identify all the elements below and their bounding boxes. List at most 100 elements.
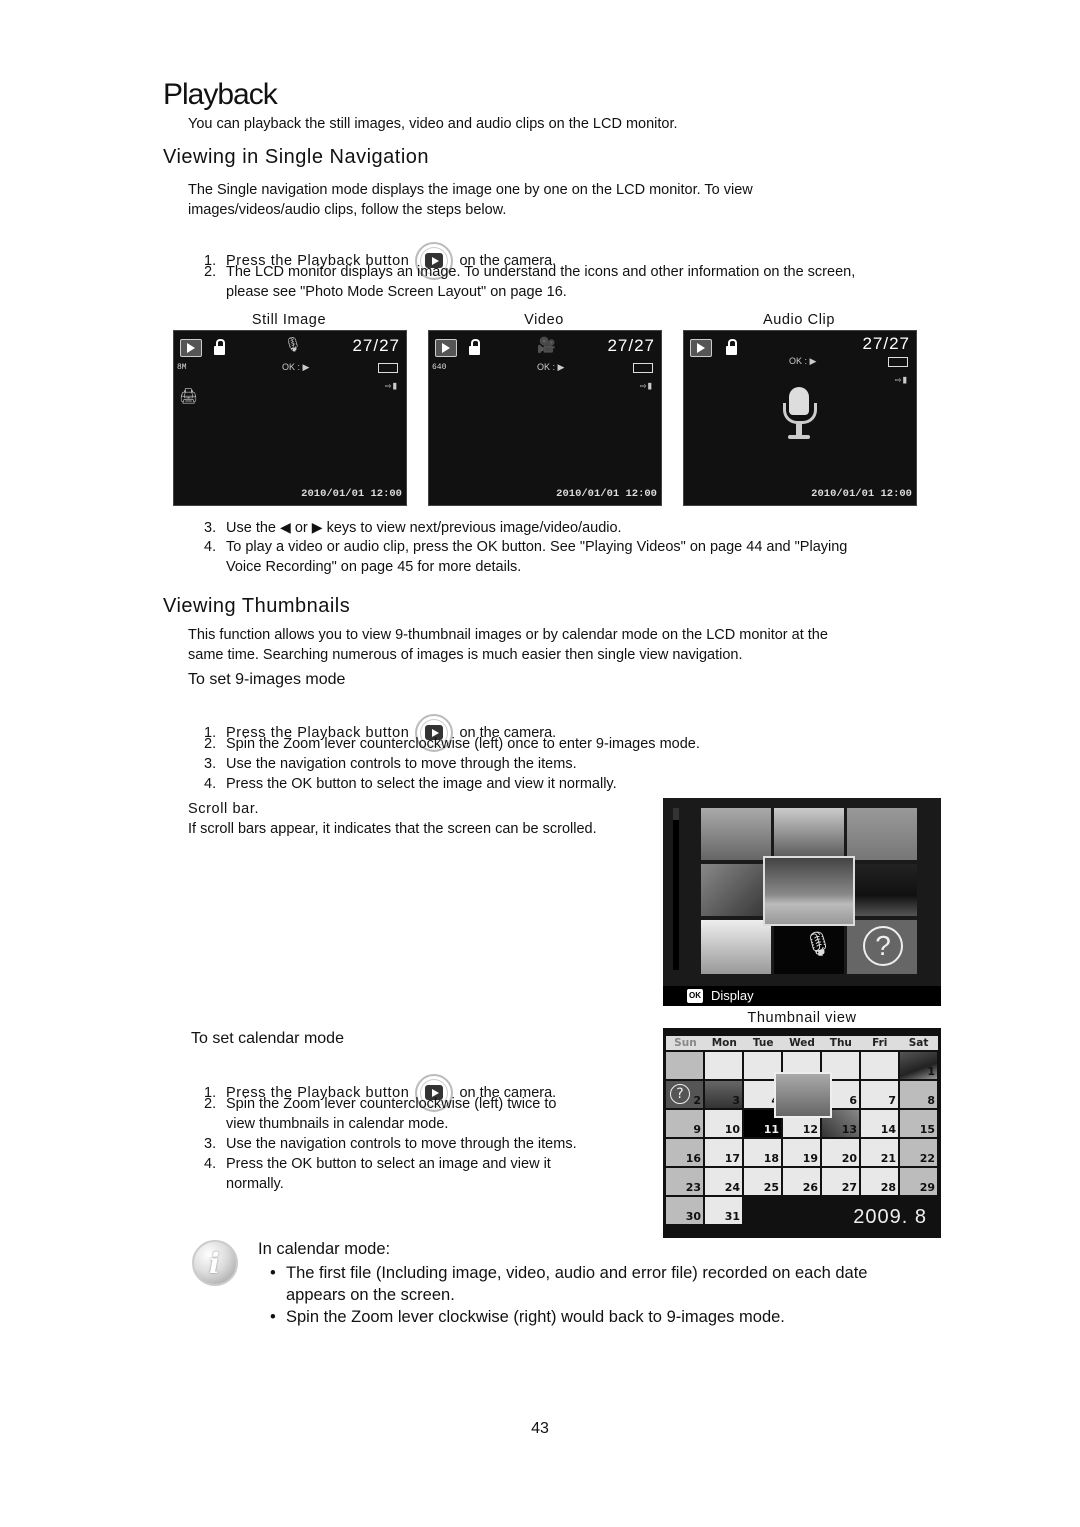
thumbnail-tile-error[interactable]: ? (847, 920, 917, 974)
calendar-day-cell[interactable]: 14 (861, 1110, 898, 1137)
step-text: please see "Photo Mode Screen Layout" on… (226, 284, 567, 300)
note-title: In calendar mode: (258, 1240, 391, 1258)
thumbnail-tile[interactable] (701, 920, 771, 974)
calendar-day-number: 2 (693, 1094, 701, 1107)
lcd-screen-still-image: 🎙 27/27 8M OK : ▶ ⇨▮ 🖨 2010/01/01 12:00 (173, 330, 407, 506)
calendar-day-number: 25 (763, 1181, 779, 1194)
calendar-day-cell[interactable]: 31 (705, 1197, 742, 1224)
memory-card-icon: ⇨▮ (384, 381, 398, 393)
lock-icon (214, 339, 225, 355)
calendar-day-cell[interactable]: 15 (900, 1110, 937, 1137)
ok-play-hint: OK : ▶ (789, 356, 817, 366)
calendar-day-cell[interactable]: 29 (900, 1168, 937, 1195)
thumbnail-tile[interactable] (774, 808, 844, 860)
playback-mode-icon (180, 339, 202, 357)
calendar-day-cell[interactable]: 23 (666, 1168, 703, 1195)
thumbnail-tile-selected[interactable] (763, 856, 855, 926)
step-text: Spin the Zoom lever counterclockwise (le… (226, 1096, 557, 1112)
calendar-day-cell[interactable]: 9 (666, 1110, 703, 1137)
thumbnail-tile-audio[interactable]: 🎙 (774, 920, 844, 974)
display-label[interactable]: Display (711, 988, 754, 1003)
calendar-day-cell[interactable]: 10 (705, 1110, 742, 1137)
calendar-day-number: 6 (849, 1094, 857, 1107)
lock-icon (469, 339, 480, 355)
caption-video: Video (524, 312, 564, 328)
calendar-day-cell[interactable]: 1 (900, 1052, 937, 1079)
section-heading-single-navigation: Viewing in Single Navigation (163, 146, 430, 168)
calendar-day-number: 26 (802, 1181, 818, 1194)
scroll-bar[interactable] (673, 808, 679, 970)
calendar-day-number: 7 (888, 1094, 896, 1107)
thumbnail-tile[interactable] (701, 808, 771, 860)
step-number: 2. (204, 264, 217, 280)
weekday-label: Mon (711, 1037, 737, 1049)
calendar-day-cell[interactable]: 24 (705, 1168, 742, 1195)
desc-line: same time. Searching numerous of images … (188, 647, 743, 663)
note-bullet-1: • The first file (Including image, video,… (270, 1262, 868, 1306)
scroll-thumb[interactable] (673, 808, 679, 820)
battery-icon (633, 363, 653, 373)
calendar-empty-cell (861, 1052, 898, 1079)
calendar-day-number: 11 (763, 1123, 779, 1136)
calendar-day-number: 27 (841, 1181, 857, 1194)
date-time: 2010/01/01 12:00 (301, 488, 402, 500)
calendar-year-month: 2009. 8 (853, 1206, 927, 1228)
playback-mode-icon (435, 339, 457, 357)
calendar-day-cell[interactable]: 22 (900, 1139, 937, 1166)
calendar-day-cell[interactable]: 28 (861, 1168, 898, 1195)
calendar-day-cell[interactable]: 16 (666, 1139, 703, 1166)
calendar-day-number: 3 (732, 1094, 740, 1107)
calendar-day-cell[interactable]: 19 (783, 1139, 820, 1166)
calendar-step-4: 4. Press the OK button to select an image… (204, 1154, 551, 1194)
step-text: Voice Recording" on page 45 for more det… (226, 559, 522, 575)
caption-thumbnail-view: Thumbnail view (747, 1010, 857, 1026)
calendar-day-number: 13 (841, 1123, 857, 1136)
calendar-day-cell[interactable]: 26 (783, 1168, 820, 1195)
file-counter: 27/27 (352, 336, 400, 355)
voice-memo-icon: 🎙 (284, 338, 302, 354)
calendar-day-number: 23 (685, 1181, 701, 1194)
step-4: 4. To play a video or audio clip, press t… (204, 537, 847, 577)
desc-line: This function allows you to view 9-thumb… (188, 627, 828, 643)
calendar-day-cell[interactable]: ? 2 (666, 1081, 703, 1108)
step-text: The LCD monitor displays an image. To un… (226, 264, 856, 280)
file-counter: 27/27 (862, 334, 910, 353)
step-2: 2. The LCD monitor displays an image. To … (204, 262, 855, 302)
calendar-day-cell[interactable]: 30 (666, 1197, 703, 1224)
microphone-icon (781, 387, 817, 443)
calendar-day-cell[interactable]: 20 (822, 1139, 859, 1166)
calendar-day-cell[interactable]: 21 (861, 1139, 898, 1166)
thumbnail-tile[interactable] (847, 864, 917, 916)
thumbnail-tile[interactable] (701, 864, 771, 916)
calendar-day-cell[interactable]: 8 (900, 1081, 937, 1108)
calendar-selected-thumbnail[interactable] (774, 1072, 832, 1118)
calendar-day-cell[interactable]: 18 (744, 1139, 781, 1166)
video-resolution-icon: 640 (432, 363, 447, 372)
nine-mode-title: To set 9-images mode (188, 671, 346, 688)
step-text: Press the OK button to select an image a… (226, 1156, 551, 1172)
desc-line: The Single navigation mode displays the … (188, 182, 753, 198)
calendar-day-cell[interactable]: 25 (744, 1168, 781, 1195)
calendar-day-number: 1 (927, 1065, 935, 1078)
step-text: normally. (226, 1176, 284, 1192)
nine-step-4: 4. Press the OK button to select the imag… (204, 774, 617, 794)
single-nav-description: The Single navigation mode displays the … (188, 180, 753, 220)
weekday-label: Sun (674, 1037, 697, 1049)
calendar-day-number: 28 (880, 1181, 896, 1194)
thumbnail-tile[interactable] (847, 808, 917, 860)
bullet-dot: • (270, 1264, 276, 1282)
ok-play-hint: OK : ▶ (282, 362, 310, 372)
calendar-step-3: 3. Use the navigation controls to move th… (204, 1134, 577, 1154)
intro-text: You can playback the still images, video… (188, 116, 678, 132)
step-number: 4. (204, 776, 217, 792)
calendar-day-cell[interactable]: 27 (822, 1168, 859, 1195)
calendar-step-2: 2. Spin the Zoom lever counterclockwise (… (204, 1094, 556, 1134)
weekday-label: Fri (872, 1037, 888, 1049)
calendar-day-number: 15 (919, 1123, 935, 1136)
step-number: 3. (204, 520, 217, 536)
calendar-day-cell[interactable]: 7 (861, 1081, 898, 1108)
calendar-day-cell[interactable]: 17 (705, 1139, 742, 1166)
step-number: 3. (204, 756, 217, 772)
calendar-day-cell[interactable]: 3 (705, 1081, 742, 1108)
calendar-day-number: 14 (880, 1123, 896, 1136)
